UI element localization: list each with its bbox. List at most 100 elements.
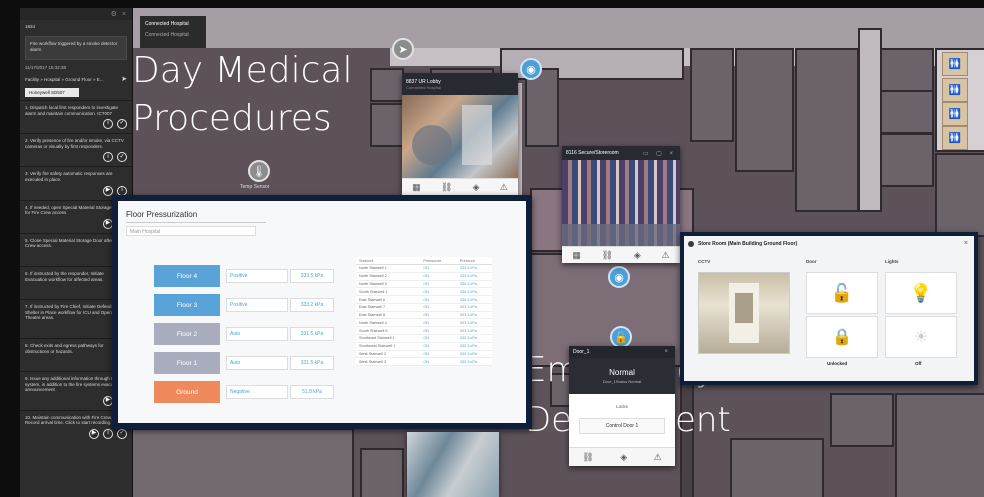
check-icon[interactable]: ✓: [117, 119, 127, 130]
link-icon[interactable]: ⛓: [602, 250, 613, 261]
grid-icon[interactable]: ▦: [412, 182, 421, 193]
cctv-feed-image[interactable]: [698, 272, 790, 354]
floor-mode-select[interactable]: Auto: [226, 327, 288, 341]
table-cell: North Stairwell 4: [356, 318, 421, 328]
alert-icon[interactable]: ⚠: [500, 182, 508, 193]
restroom-icon: 🚻: [942, 52, 968, 76]
floor-mode-select[interactable]: Negative: [226, 385, 288, 399]
door-pin-icon[interactable]: ➤: [392, 38, 414, 60]
table-cell: ON: [420, 287, 457, 297]
incident-message: Fire workflow triggered by a smoke detec…: [25, 36, 127, 60]
cctv-header: CCTV: [698, 259, 711, 264]
alert-icon[interactable]: ⚠: [662, 250, 670, 261]
room: [370, 68, 404, 102]
play-icon[interactable]: ▶: [89, 429, 99, 440]
camera-title: 8116 Secure/Storeroom: [566, 150, 619, 156]
camera-panel-lobby[interactable]: 8837 UR Lobby Connected Hospital ▦ ⛓ ◈ ⚠: [402, 73, 518, 195]
door-status-sub: Door_1Status Normal: [602, 379, 642, 384]
badge-title: Connected Hospital: [145, 21, 189, 27]
link-icon[interactable]: ⛓: [582, 452, 593, 463]
table-cell: 333.3 kPa: [456, 280, 492, 289]
camera-header: 8116 Secure/Storeroom ▭ ▢ ×: [562, 146, 680, 160]
restroom-icon: 🚻: [942, 78, 968, 102]
ptz-icon[interactable]: ◈: [620, 452, 627, 463]
door-mode-label: Locks: [616, 404, 628, 409]
ptz-icon[interactable]: ◈: [634, 250, 641, 261]
door-state: Unlocked: [827, 361, 848, 366]
play-icon[interactable]: ➤: [121, 75, 127, 83]
table-cell: East Stairwell 6: [356, 295, 421, 304]
floor-button[interactable]: Floor 3: [154, 294, 220, 316]
table-cell: ON: [420, 334, 457, 343]
table-cell: ON: [420, 311, 457, 320]
table-cell: North Stairwell 1: [356, 264, 421, 273]
room: [880, 90, 934, 134]
table-cell: ON: [420, 318, 457, 328]
camera-pin-icon[interactable]: ◉: [608, 266, 630, 288]
table-row: North Stairwell 1 ON 333.5 kPa: [356, 264, 492, 273]
area-title-procedures: Procedures: [132, 98, 332, 139]
camera-feed-thumbnail[interactable]: [407, 432, 499, 497]
thermometer-pin-icon[interactable]: 🌡: [248, 160, 270, 182]
table-cell: ON: [420, 303, 457, 312]
building-selector[interactable]: Main Hospital: [126, 226, 256, 236]
lock-pin-icon[interactable]: 🔓: [610, 326, 632, 348]
table-cell: ON: [420, 295, 457, 304]
lights-on-button[interactable]: ☀: [885, 316, 957, 358]
table-cell: North Stairwell 2: [356, 272, 421, 281]
table-cell: ON: [420, 326, 457, 336]
door-control-panel[interactable]: Door_1 × Normal Door_1Status Normal Lock…: [569, 346, 675, 466]
table-header: Pressure: [456, 257, 492, 265]
close-icon[interactable]: ×: [664, 349, 671, 355]
location-badge[interactable]: Connected Hospital Connected Hospital: [140, 16, 206, 48]
room: [735, 48, 794, 172]
close-icon[interactable]: ×: [122, 11, 126, 18]
lights-off-button[interactable]: 💡: [885, 272, 957, 314]
floor-pressurization-panel[interactable]: Floor Pressurization Main Hospital Floor…: [112, 195, 532, 429]
floor-pressure-value: 333.5 kPa: [290, 269, 334, 283]
check-icon[interactable]: ✓: [117, 152, 127, 163]
table-cell: South Stairwell 5: [356, 326, 421, 336]
control-door-button[interactable]: Control Door 1: [579, 418, 665, 434]
room: [360, 448, 404, 497]
floor-button[interactable]: Floor 2: [154, 323, 220, 345]
north-wing: [130, 8, 984, 48]
door-header: Door_1 ×: [569, 346, 675, 358]
table-cell: Southwest Stairwell 1: [356, 342, 421, 351]
table-row: Southwest Stairwell 1 ON 333.3 kPa: [356, 342, 492, 351]
lock-door-button[interactable]: 🔒: [806, 316, 878, 358]
floor-mode-select[interactable]: Positive: [226, 298, 288, 312]
info-icon[interactable]: i: [103, 429, 113, 440]
info-icon: [688, 241, 694, 247]
lights-state: Off: [915, 361, 922, 366]
floor-mode-select[interactable]: Positive: [226, 269, 288, 283]
camera-pin-icon[interactable]: ◉: [520, 58, 542, 80]
grid-icon[interactable]: ▦: [572, 250, 581, 261]
location-text: Facility » Hospital » Ground Floor » E..…: [25, 76, 104, 82]
alert-icon[interactable]: ⚠: [654, 452, 662, 463]
window-controls-icon[interactable]: ▭ ▢ ×: [643, 150, 676, 157]
floor-mode-select[interactable]: Auto: [226, 356, 288, 370]
incident-location[interactable]: Facility » Hospital » Ground Floor » E..…: [20, 73, 132, 85]
settings-icon[interactable]: ⚙: [111, 10, 117, 18]
info-icon[interactable]: i: [103, 152, 113, 163]
lights-header: Lights: [885, 259, 899, 264]
workflow-step[interactable]: 1. Dispatch local first responders to in…: [20, 100, 132, 133]
floor-button[interactable]: Floor 4: [154, 265, 220, 287]
store-room-panel[interactable]: Store Room (Main Building Ground Floor) …: [680, 232, 978, 385]
check-icon[interactable]: ✓: [117, 429, 127, 440]
unlock-door-button[interactable]: 🔓: [806, 272, 878, 314]
info-icon[interactable]: i: [103, 119, 113, 130]
table-cell: West Stairwell 3: [356, 357, 421, 367]
ptz-icon[interactable]: ◈: [473, 182, 480, 193]
camera-panel-storeroom[interactable]: 8116 Secure/Storeroom ▭ ▢ × ▦ ⛓ ◈ ⚠: [562, 146, 680, 263]
door-header: Door: [806, 259, 817, 264]
close-icon[interactable]: ×: [964, 240, 968, 247]
stairwell-table: Stairwell Pressurize Pressure North Stairw…: [356, 257, 492, 367]
link-icon[interactable]: ⛓: [441, 182, 452, 193]
restroom-icon: 🚻: [942, 102, 968, 126]
camera-feed-image: [562, 160, 680, 246]
workflow-step[interactable]: 2. Verify presence of fire and/or smoke,…: [20, 133, 132, 166]
floor-button[interactable]: Floor 1: [154, 352, 220, 374]
floor-button[interactable]: Ground: [154, 381, 220, 403]
